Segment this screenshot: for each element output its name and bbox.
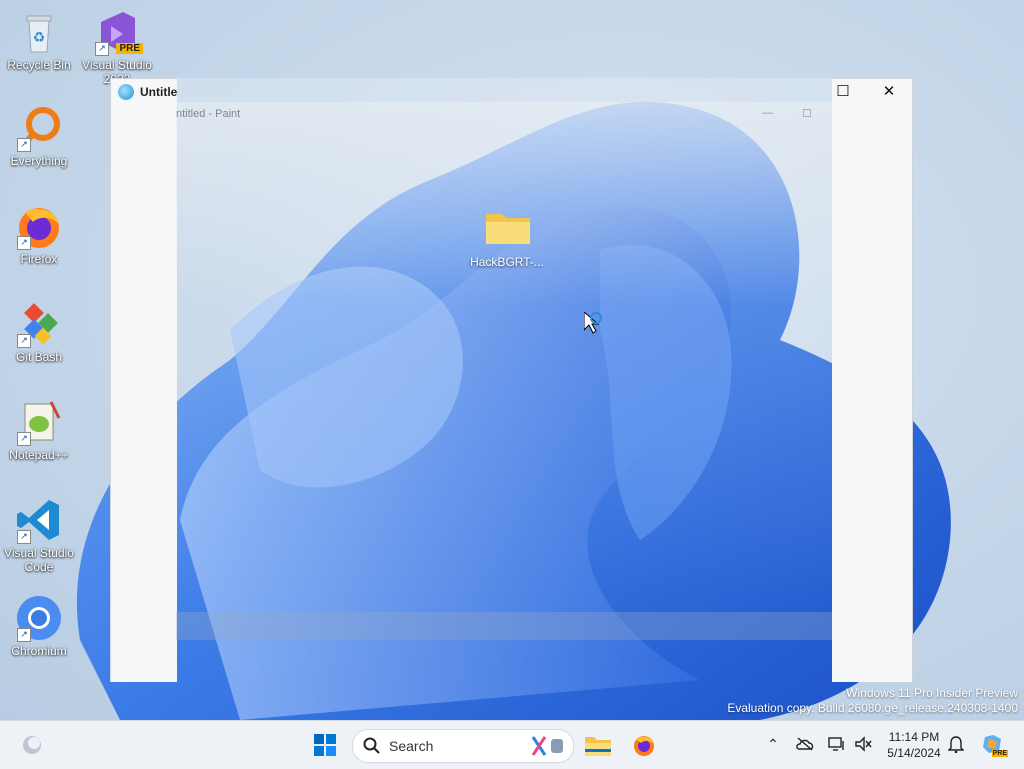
pre-badge: PRE: [116, 43, 143, 54]
show-hidden-icons-chevron-icon[interactable]: ⌃: [762, 733, 784, 755]
speaker-muted-icon[interactable]: [852, 733, 874, 755]
inner-minimize-icon: —: [762, 107, 773, 119]
window-title-strip[interactable]: [176, 78, 832, 102]
windows-logo-icon: [314, 734, 336, 756]
shortcut-arrow-icon: ↗: [17, 236, 31, 250]
window-bottom-band: [176, 612, 832, 640]
inner-window-title: ntitled - Paint: [176, 108, 241, 120]
firefox-icon: ↗: [15, 202, 63, 250]
taskbar-file-explorer[interactable]: [582, 729, 614, 761]
taskbar-clock[interactable]: 11:14 PM 5/14/2024: [878, 729, 950, 761]
taskbar-search-box[interactable]: Search: [352, 729, 574, 763]
search-icon: [363, 737, 380, 754]
onedrive-offline-icon[interactable]: [794, 733, 816, 755]
desktop-icon-visual-studio-2022[interactable]: PRE ↗ Visual Studio 2022: [79, 8, 155, 86]
recycle-bin-icon: ♻: [15, 8, 63, 56]
close-icon: ✕: [882, 83, 896, 100]
desktop-icon-git-bash[interactable]: ↗ Git Bash: [1, 300, 77, 364]
desktop-icon-recycle-bin[interactable]: ♻ Recycle Bin: [1, 8, 77, 72]
vscode-icon: ↗: [15, 496, 63, 544]
desktop-icon-label: Chromium: [11, 644, 67, 658]
visual-studio-icon: PRE ↗: [93, 8, 143, 56]
desktop-icon-everything[interactable]: ↗ Everything: [1, 104, 77, 168]
svg-text:♻: ♻: [33, 29, 46, 45]
desktop-icon-vscode[interactable]: ↗ Visual Studio Code: [1, 496, 77, 574]
inner-maximize-icon: ☐: [802, 108, 812, 120]
watermark-line-2: Evaluation copy. Build 26080.ge_release.…: [727, 701, 1018, 715]
search-highlight-icon: [531, 736, 563, 756]
desktop-icon-label: Visual Studio Code: [4, 546, 74, 574]
weather-icon: [23, 736, 41, 754]
window-title: Untitle: [118, 84, 177, 100]
desktop-icon-firefox[interactable]: ↗ Firefox: [1, 202, 77, 266]
shortcut-arrow-icon: ↗: [17, 138, 31, 152]
folder-icon[interactable]: [486, 210, 530, 244]
paint-preview-overlay: [176, 102, 832, 612]
desktop-icon-label: Notepad++: [9, 448, 69, 462]
clock-time: 11:14 PM: [888, 730, 940, 744]
mouse-cursor-icon: [583, 310, 604, 337]
maximize-button[interactable]: ☐: [832, 82, 854, 102]
notepad-plus-plus-icon: ↗: [15, 398, 63, 446]
start-button[interactable]: [309, 729, 341, 761]
desktop-icon-label: Firefox: [20, 252, 58, 266]
everything-icon: ↗: [15, 104, 63, 152]
close-button[interactable]: ✕: [878, 82, 900, 102]
display-network-icon[interactable]: [826, 733, 848, 755]
shortcut-arrow-icon: ↗: [17, 334, 31, 348]
shortcut-arrow-icon: ↗: [17, 628, 31, 642]
window-title-text: Untitle: [140, 85, 178, 99]
window-left-pane: [110, 78, 177, 682]
desktop-icon-label: Git Bash: [15, 350, 63, 364]
desktop-icon-notepad-plus-plus[interactable]: ↗ Notepad++: [1, 398, 77, 462]
folder-label[interactable]: HackBGRT-...: [462, 255, 552, 269]
chromium-icon: ↗: [15, 594, 63, 642]
desktop-icon-chromium[interactable]: ↗ Chromium: [1, 594, 77, 658]
copilot-button[interactable]: PRE: [980, 733, 1008, 757]
maximize-icon: ☐: [836, 83, 850, 100]
taskbar-firefox[interactable]: [628, 729, 660, 761]
search-placeholder: Search: [389, 738, 434, 754]
window-right-pane: [832, 78, 913, 682]
watermark-line-1: Windows 11 Pro Insider Preview: [846, 686, 1018, 700]
copilot-pre-badge: PRE: [991, 750, 1008, 757]
shortcut-arrow-icon: ↗: [17, 530, 31, 544]
notification-bell-icon[interactable]: [945, 733, 967, 755]
shortcut-arrow-icon: ↗: [17, 432, 31, 446]
paint-icon: [118, 84, 134, 100]
firefox-icon: [634, 736, 654, 756]
desktop-icon-label: Recycle Bin: [7, 58, 71, 72]
taskbar: Search ⌃ 11:14 PM 5/14/2024 PRE: [0, 720, 1024, 769]
git-bash-icon: ↗: [15, 300, 63, 348]
shortcut-arrow-icon: ↗: [95, 42, 109, 56]
clock-date: 5/14/2024: [887, 746, 941, 760]
file-explorer-icon: [585, 737, 611, 756]
widgets-button[interactable]: [16, 729, 48, 761]
desktop-icon-label: Everything: [10, 154, 68, 168]
